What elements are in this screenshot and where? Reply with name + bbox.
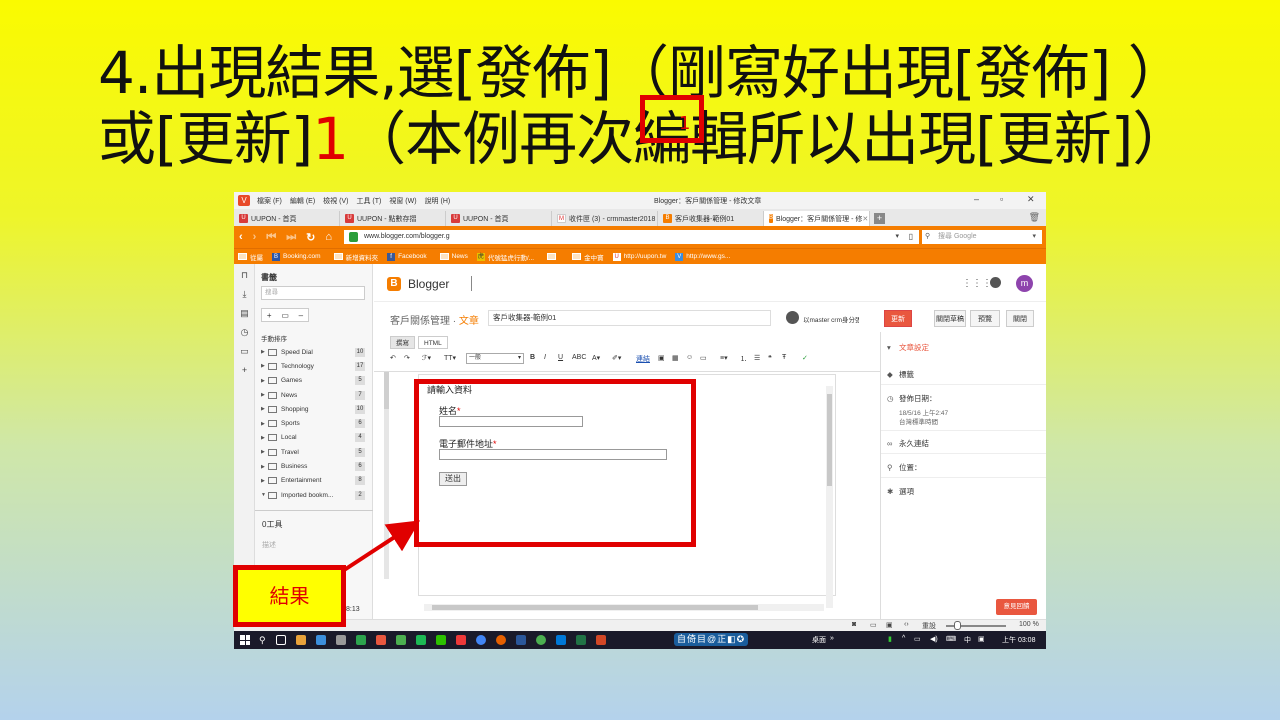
arrow-line — [333, 520, 421, 578]
arrow-graphic — [333, 520, 421, 578]
result-label: 結果 — [233, 565, 346, 627]
